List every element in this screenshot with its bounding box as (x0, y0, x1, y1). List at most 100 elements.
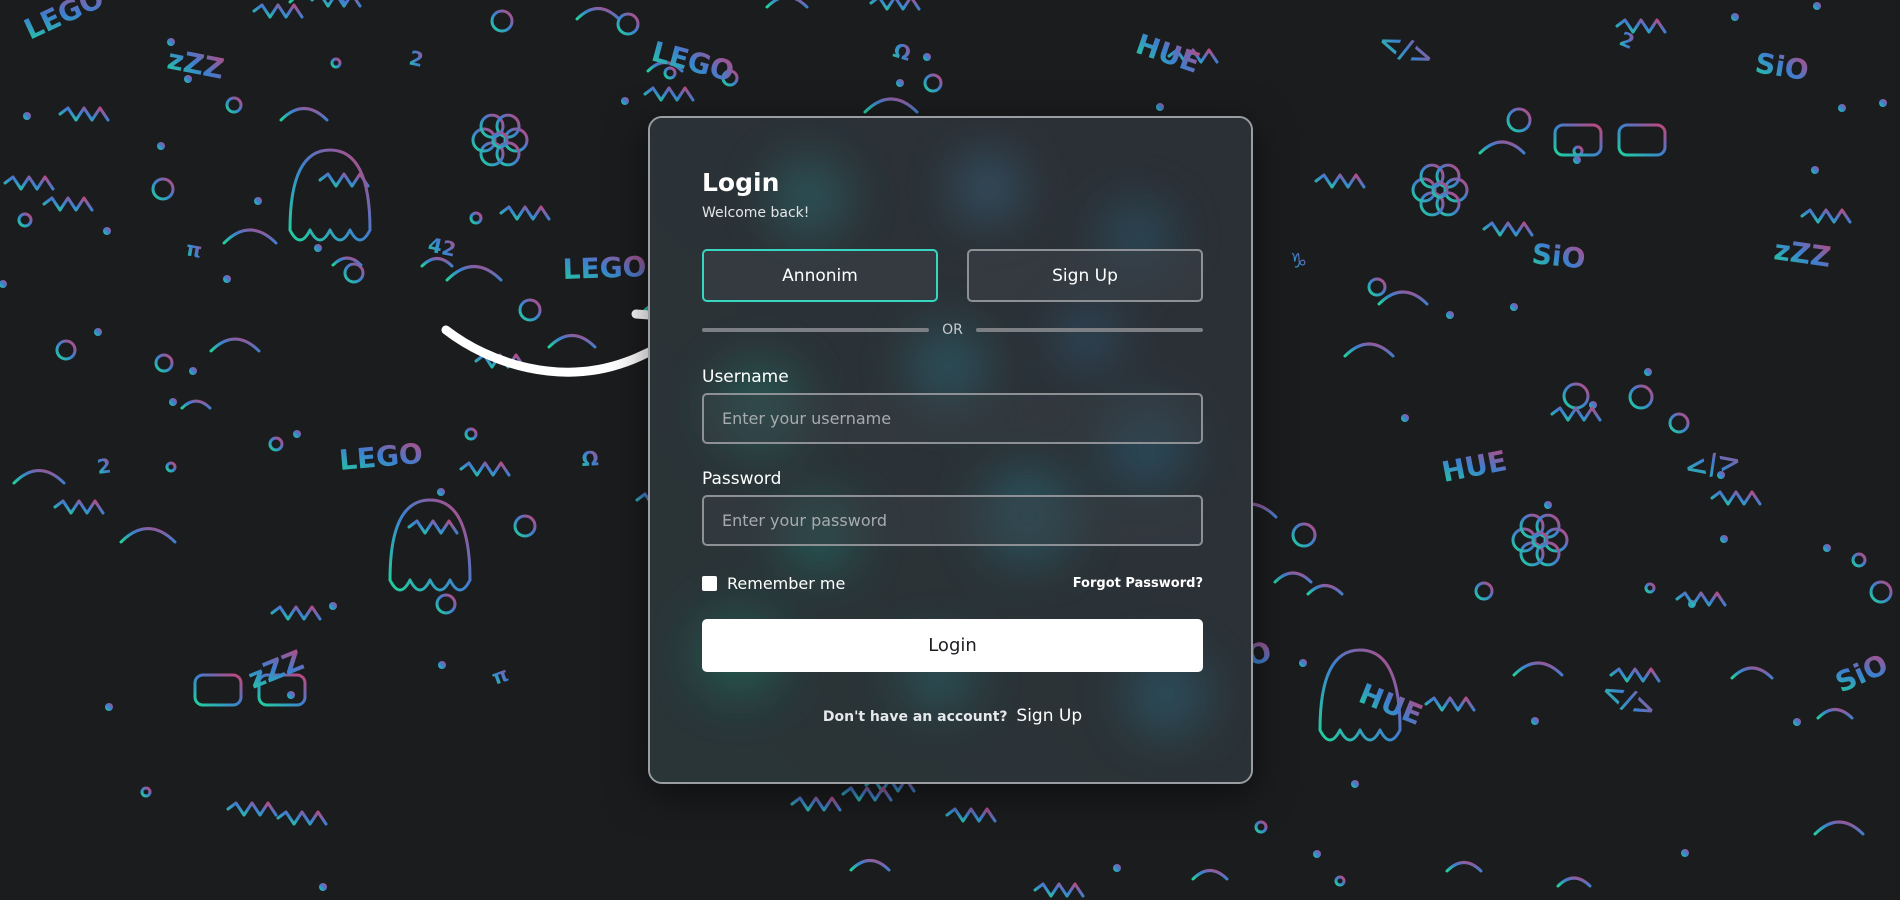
doodle-dot (923, 53, 931, 61)
doodle-zigzag (1675, 591, 1727, 607)
welcome-subtitle: Welcome back! (702, 205, 810, 221)
doodle-dot (1681, 849, 1689, 857)
doodle-text: HUE (1132, 27, 1204, 79)
doodle-dot (23, 112, 31, 120)
doodle-text: zZZ (1772, 233, 1833, 274)
divider-line-left (702, 328, 930, 332)
doodle-zigzag (252, 3, 304, 19)
doodle-zigzag (318, 172, 370, 188)
doodle-zigzag (459, 461, 511, 477)
glasses-lens-doodle (193, 673, 243, 707)
doodle-circle (268, 436, 284, 452)
doodle-arc (1478, 140, 1526, 155)
doodle-text: zZZ (243, 644, 308, 696)
doodle-circle (923, 73, 943, 93)
doodle-zigzag (1800, 208, 1852, 224)
doodle-zigzag (945, 807, 997, 823)
doodle-dot (169, 398, 177, 406)
doodle-dot (1573, 156, 1581, 164)
doodle-zigzag (1482, 221, 1534, 237)
doodle-text: HUE (1439, 444, 1509, 489)
doodle-dot (1531, 717, 1539, 725)
doodle-text: Ω (581, 446, 599, 471)
doodle-dot (1811, 166, 1819, 174)
doodle-dot (1813, 2, 1821, 10)
no-account-text: Don't have an account? (822, 709, 1008, 725)
doodle-arc (1273, 571, 1313, 584)
doodle-circle (154, 353, 174, 373)
doodle-circle (435, 593, 457, 615)
signup-button[interactable]: Sign Up (967, 249, 1203, 302)
doodle-arc (279, 107, 329, 122)
doodle-arc (1816, 708, 1854, 720)
doodle-arc (222, 228, 278, 245)
doodle-text: LEGO (19, 0, 109, 46)
doodle-arc (1556, 876, 1592, 888)
doodle-text: 42 (426, 232, 458, 261)
doodle-arc (1343, 342, 1395, 358)
anonymous-login-button[interactable]: Annonim (702, 249, 938, 302)
doodle-dot (1879, 99, 1887, 107)
doodle-dot (94, 328, 102, 336)
signup-link[interactable]: Sign Up (1016, 706, 1082, 726)
doodle-circle (1254, 820, 1268, 834)
doodle-text: </> (1682, 443, 1744, 485)
login-form: Login Welcome back! Annonim Sign Up OR U… (702, 166, 1203, 726)
doodle-dot (0, 280, 7, 288)
doodle-text: 2 (1616, 27, 1638, 55)
doodle-zigzag (841, 786, 893, 802)
doodle-dot (621, 97, 629, 105)
doodle-zigzag (3, 175, 55, 191)
password-label: Password (702, 469, 782, 489)
doodle-dot (189, 367, 197, 375)
doodle-circle (17, 212, 33, 228)
doodle-arc (849, 859, 891, 872)
doodle-text: π (184, 236, 204, 262)
doodle-dot (293, 430, 301, 438)
doodle-text: 2 (96, 453, 113, 479)
doodle-circle (1334, 875, 1346, 887)
remember-me-checkbox[interactable] (702, 575, 717, 591)
doodle-circle (1644, 582, 1656, 594)
doodle-circle (165, 461, 177, 473)
doodle-circle (1291, 522, 1317, 548)
doodle-zigzag (53, 499, 105, 515)
doodle-text: </> (1596, 673, 1662, 726)
doodle-zigzag (276, 810, 328, 826)
doodle-dot (329, 602, 337, 610)
doodle-arc (863, 97, 919, 114)
doodle-text: SiO (1753, 46, 1811, 87)
doodle-zigzag (869, 0, 921, 11)
doodle-circle (330, 57, 342, 69)
octopus-doodle (288, 148, 372, 242)
remember-row: Remember me Forgot Password? (702, 572, 1203, 594)
doodle-circle (469, 211, 483, 225)
doodle-dot (1113, 864, 1121, 872)
glasses-lens-doodle (1553, 123, 1603, 157)
doodle-zigzag (790, 796, 842, 812)
login-submit-button[interactable]: Login (702, 619, 1203, 672)
doodle-zigzag (1314, 173, 1366, 189)
doodle-circle (225, 96, 243, 114)
doodle-zigzag (226, 801, 278, 817)
doodle-text: LEGO (338, 437, 424, 477)
doodle-dot (1544, 501, 1552, 509)
doodle-dot (1351, 780, 1359, 788)
doodle-zigzag (1550, 406, 1602, 422)
doodle-dot (105, 703, 113, 711)
doodle-dot (1720, 535, 1728, 543)
doodle-dot (1313, 850, 1321, 858)
doodle-dot (1401, 414, 1409, 422)
doodle-circle (513, 514, 537, 538)
password-input[interactable] (702, 495, 1203, 546)
forgot-password-link[interactable]: Forgot Password? (1073, 576, 1203, 591)
doodle-dot (103, 227, 111, 235)
doodle-dot (1793, 718, 1801, 726)
doodle-arc (575, 7, 621, 21)
doodle-zigzag (270, 605, 322, 621)
doodle-arc (1191, 869, 1229, 881)
username-input[interactable] (702, 393, 1203, 444)
doodle-circle (1628, 384, 1654, 410)
doodle-zigzag (643, 86, 695, 102)
doodle-text: 2 (407, 45, 426, 72)
